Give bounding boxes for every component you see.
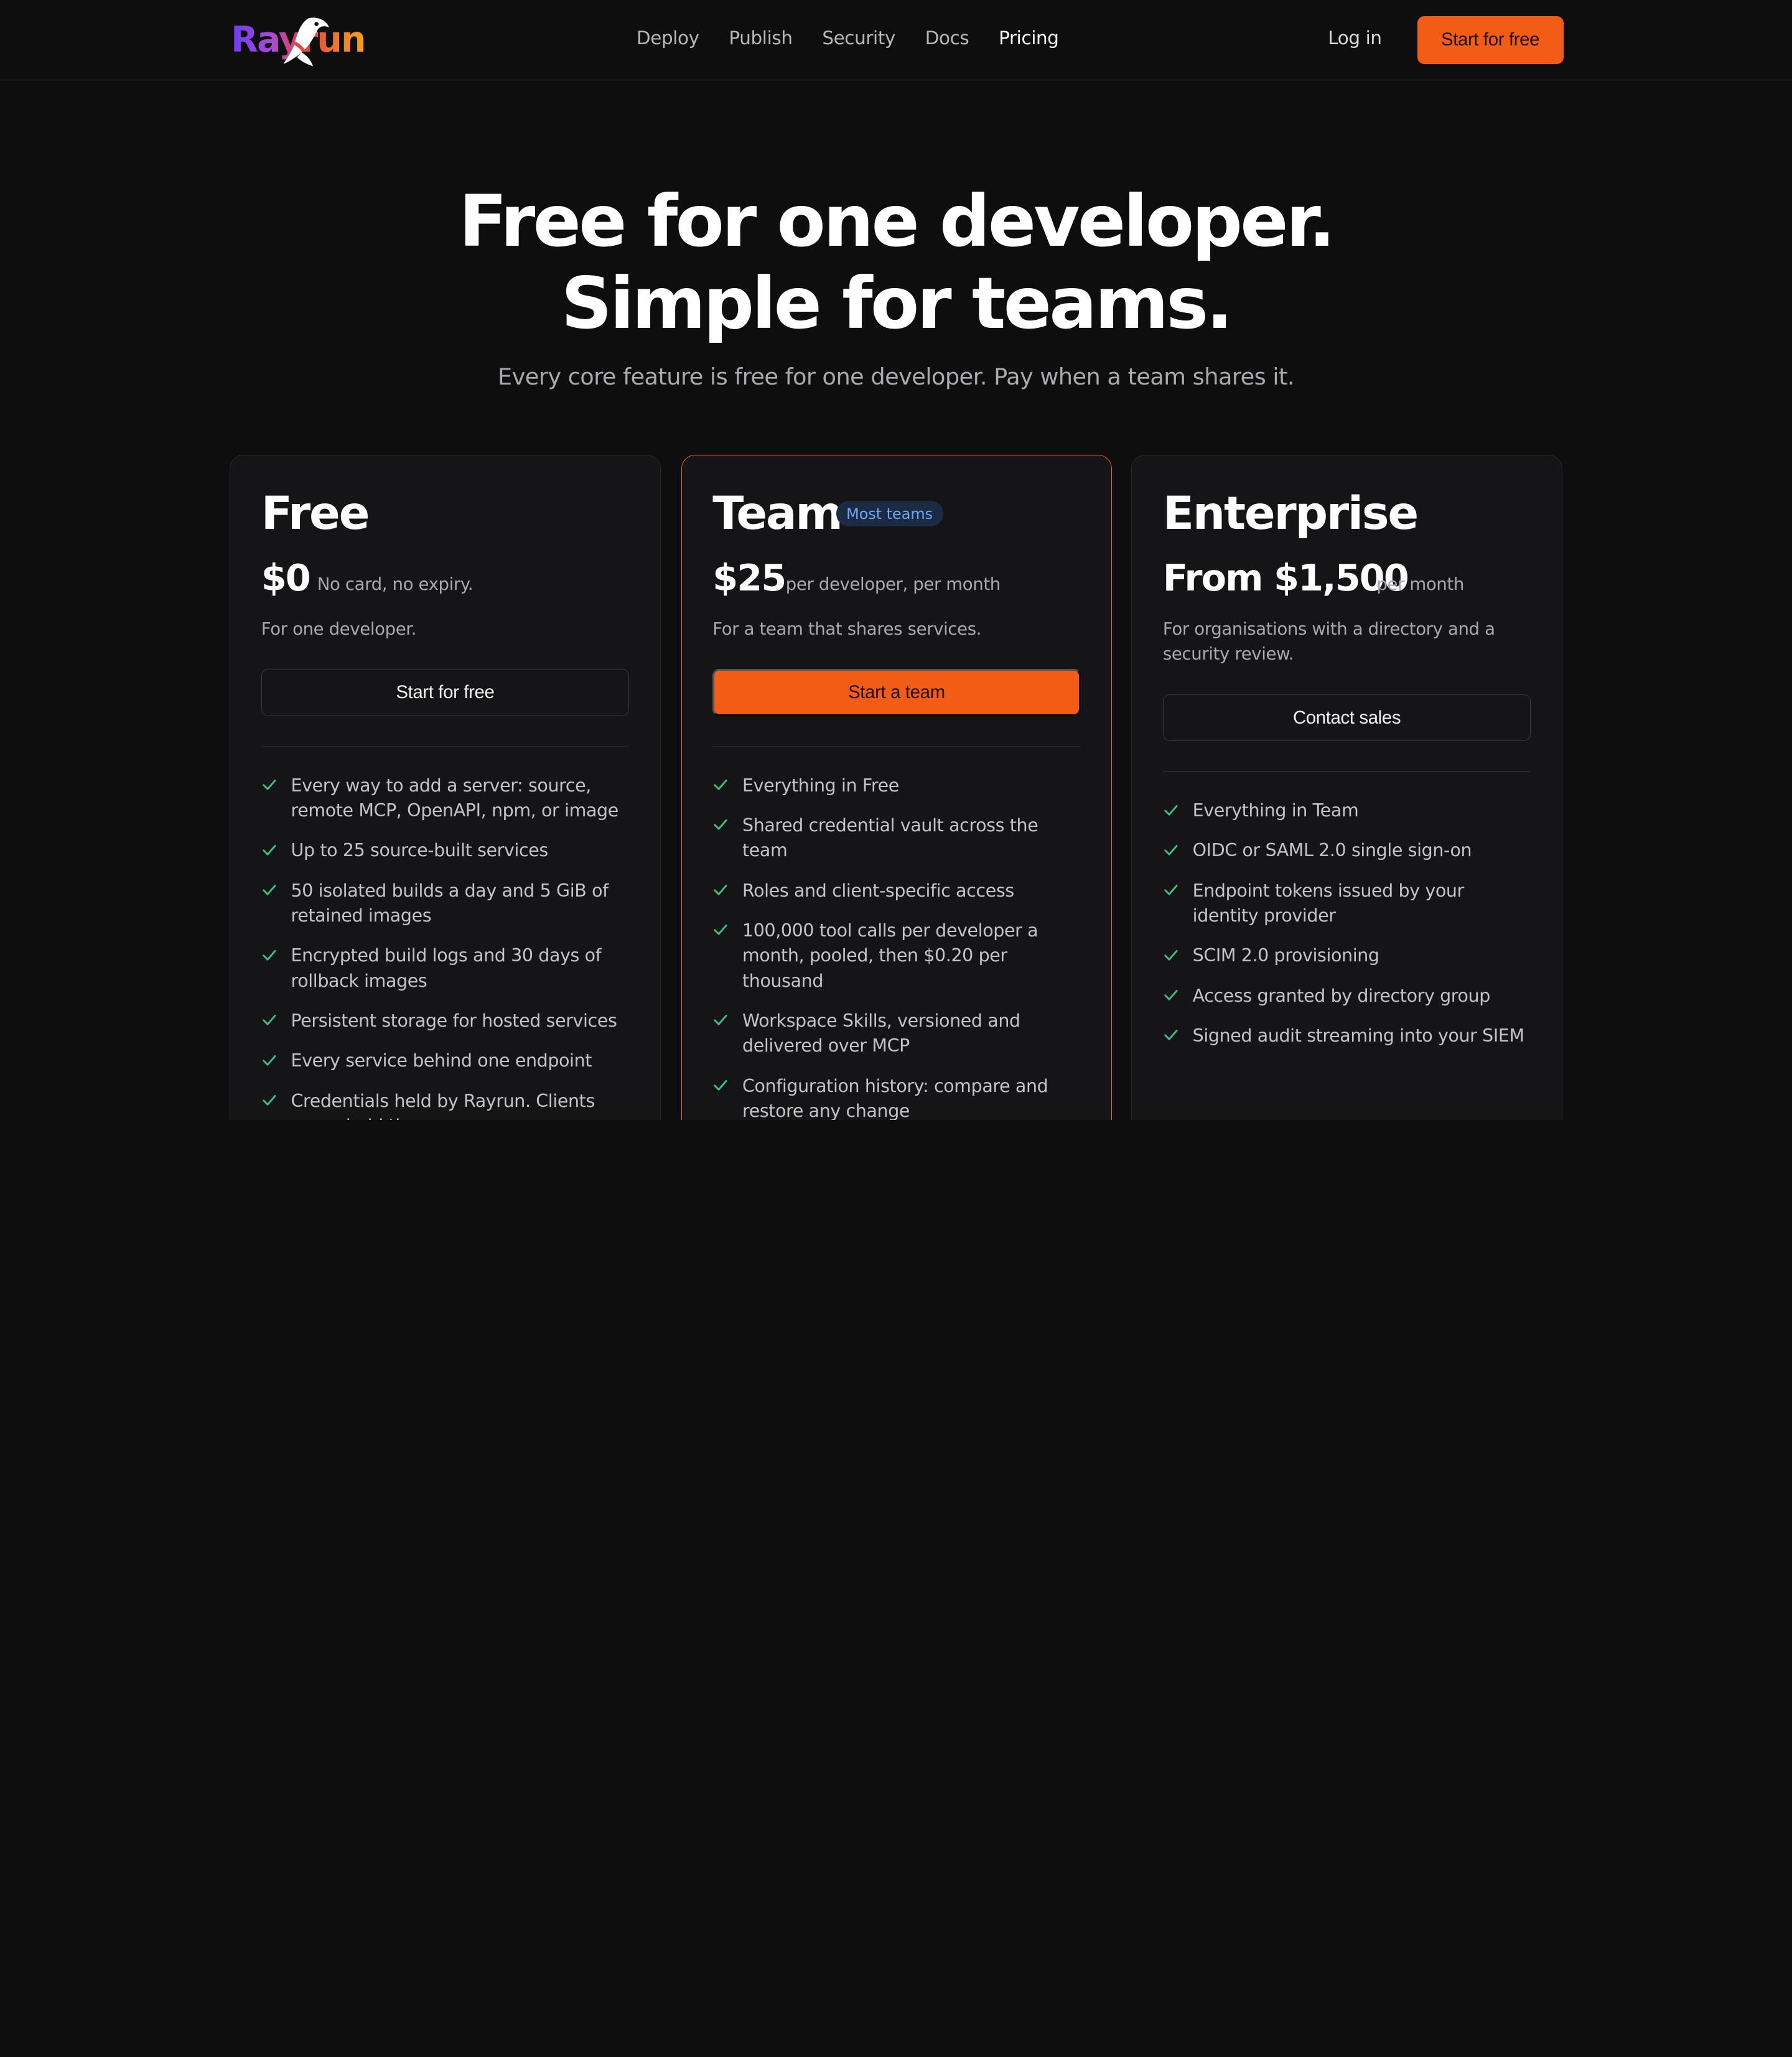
check-icon [1164, 844, 1178, 856]
check-icon [714, 819, 727, 831]
plan-feature-item: Configuration history: compare and resto… [712, 1074, 1080, 1120]
check-icon [1164, 885, 1178, 895]
plan-feature-item: Every way to add a server: source, remot… [261, 773, 629, 824]
pricing-page: Rayrun DeployPublishSecurityDocsPricing … [0, 0, 1792, 1120]
check-icon [714, 780, 727, 790]
plan-feature-item: Signed audit streaming into your SIEM [1163, 1024, 1531, 1048]
plan-feature-list: Everything in Team OIDC or SAML 2.0 singl… [1163, 798, 1531, 1063]
plan-feature-item: Endpoint tokens issued by your identity … [1163, 879, 1531, 929]
plan-feature-item: 100,000 tool calls per developer a month… [712, 918, 1080, 994]
plan-feature-item: Persistent storage for hosted services [261, 1009, 629, 1033]
plan-feature-list: Everything in Free Shared credential vaul… [712, 773, 1080, 1120]
plan-card-enterprise: Enterprise From $1,500 per month For org… [1131, 455, 1562, 1120]
top-navbar: Rayrun DeployPublishSecurityDocsPricing … [0, 0, 1792, 80]
plan-feature-text: Workspace Skills, versioned and delivere… [742, 1010, 1020, 1056]
nav-link-pricing[interactable]: Pricing [999, 27, 1059, 49]
plan-feature-text: Every way to add a server: source, remot… [291, 775, 619, 821]
plan-feature-text: 100,000 tool calls per developer a month… [742, 920, 1038, 991]
check-icon [262, 1015, 276, 1026]
plan-feature-text: OIDC or SAML 2.0 single sign-on [1192, 840, 1472, 861]
plan-feature-text: Everything in Free [742, 775, 899, 796]
nav-link-deploy[interactable]: Deploy [637, 27, 699, 49]
plan-feature-text: Encrypted build logs and 30 days of roll… [291, 945, 602, 991]
plan-card-free: Free $0 No card, no expiry. For one deve… [230, 455, 661, 1120]
nav-link-publish[interactable]: Publish [729, 27, 793, 49]
plan-feature-item: OIDC or SAML 2.0 single sign-on [1163, 838, 1531, 863]
check-icon [262, 844, 276, 856]
plan-name: Enterprise [1162, 487, 1419, 541]
plan-feature-text: Every service behind one endpoint [291, 1050, 592, 1071]
page-title-line-1: Free for one developer. [459, 180, 1335, 263]
plan-price-note: per month [1376, 574, 1464, 595]
plan-feature-item: Access granted by directory group [1163, 984, 1531, 1009]
plan-price: From $1,500 [1162, 556, 1409, 599]
check-icon [262, 1094, 276, 1106]
check-icon [262, 885, 276, 895]
plan-feature-text: SCIM 2.0 provisioning [1192, 945, 1379, 966]
check-icon [262, 1055, 276, 1066]
check-icon [714, 1015, 727, 1026]
plan-divider [261, 745, 630, 747]
plan-feature-text: Credentials held by Rayrun. Clients neve… [291, 1090, 595, 1120]
page-title-line-2: Simple for teams. [561, 262, 1233, 345]
plan-feature-item: Up to 25 source-built services [261, 838, 629, 863]
plan-description: For one developer. [261, 618, 417, 639]
plan-feature-item: Everything in Free [712, 773, 1080, 798]
start-for-free-button[interactable]: Start for free [1417, 16, 1564, 64]
nav-link-docs[interactable]: Docs [925, 27, 969, 49]
page-subtitle: Every core feature is free for one devel… [497, 363, 1295, 391]
nav-link-security[interactable]: Security [822, 27, 895, 49]
check-icon [1164, 805, 1178, 816]
start-a-team-button[interactable]: Start a team [712, 669, 1081, 716]
check-icon [262, 949, 276, 961]
plan-feature-text: Configuration history: compare and resto… [742, 1075, 1048, 1120]
plan-feature-item: Shared credential vault across the team [712, 813, 1080, 864]
plan-feature-text: Roles and client-specific access [742, 880, 1014, 901]
plan-feature-text: Access granted by directory group [1192, 985, 1491, 1006]
plan-divider [1162, 770, 1531, 772]
bird-icon [283, 17, 329, 67]
plan-feature-item: Every service behind one endpoint [261, 1048, 629, 1073]
plan-name: Team [712, 487, 843, 541]
plan-feature-item: Credentials held by Rayrun. Clients neve… [261, 1089, 629, 1120]
plan-feature-item: Encrypted build logs and 30 days of roll… [261, 943, 629, 994]
plan-feature-item: Roles and client-specific access [712, 879, 1080, 903]
plan-description: For organisations with a directory and a… [1162, 618, 1495, 665]
contact-sales-button[interactable]: Contact sales [1162, 694, 1531, 742]
plan-name: Free [261, 487, 370, 541]
check-icon [1164, 989, 1178, 1001]
plan-feature-text: 50 isolated builds a day and 5 GiB of re… [291, 880, 609, 926]
login-link[interactable]: Log in [1328, 27, 1382, 49]
most-teams-badge: Most teams [836, 501, 943, 526]
plan-price-note: per developer, per month [785, 574, 1001, 595]
plan-price: $0 [261, 556, 311, 599]
plan-feature-item: Everything in Team [1163, 798, 1531, 823]
plan-price: $25 [712, 556, 786, 599]
plan-feature-text: Everything in Team [1192, 800, 1359, 821]
check-icon [714, 1080, 727, 1091]
plan-feature-text: Signed audit streaming into your SIEM [1192, 1025, 1524, 1046]
plan-feature-list: Every way to add a server: source, remot… [261, 773, 629, 1120]
plan-feature-item: Workspace Skills, versioned and delivere… [712, 1009, 1080, 1059]
start-for-free-plan-button[interactable]: Start for free [261, 669, 630, 716]
check-icon [1164, 1030, 1178, 1040]
plan-feature-item: 50 isolated builds a day and 5 GiB of re… [261, 879, 629, 929]
check-icon [714, 885, 727, 895]
plan-card-team: Team Most teams $25 per developer, per m… [681, 455, 1113, 1120]
plan-feature-text: Up to 25 source-built services [291, 840, 549, 861]
plan-feature-text: Persistent storage for hosted services [291, 1010, 617, 1031]
plan-divider [712, 745, 1081, 747]
plan-description: For a team that shares services. [712, 618, 982, 639]
plan-feature-item: SCIM 2.0 provisioning [1163, 943, 1531, 968]
check-icon [1164, 949, 1178, 961]
check-icon [714, 925, 727, 936]
plan-price-note: No card, no expiry. [317, 574, 474, 595]
check-icon [262, 780, 276, 790]
page-title: Free for one developer. Simple for teams… [0, 180, 1792, 345]
plan-feature-text: Shared credential vault across the team [742, 814, 1038, 861]
plan-feature-text: Endpoint tokens issued by your identity … [1192, 880, 1465, 926]
brand-logo[interactable]: Rayrun [231, 16, 366, 67]
main-nav: Deploy Publish Security Docs Pricing [637, 27, 1088, 49]
